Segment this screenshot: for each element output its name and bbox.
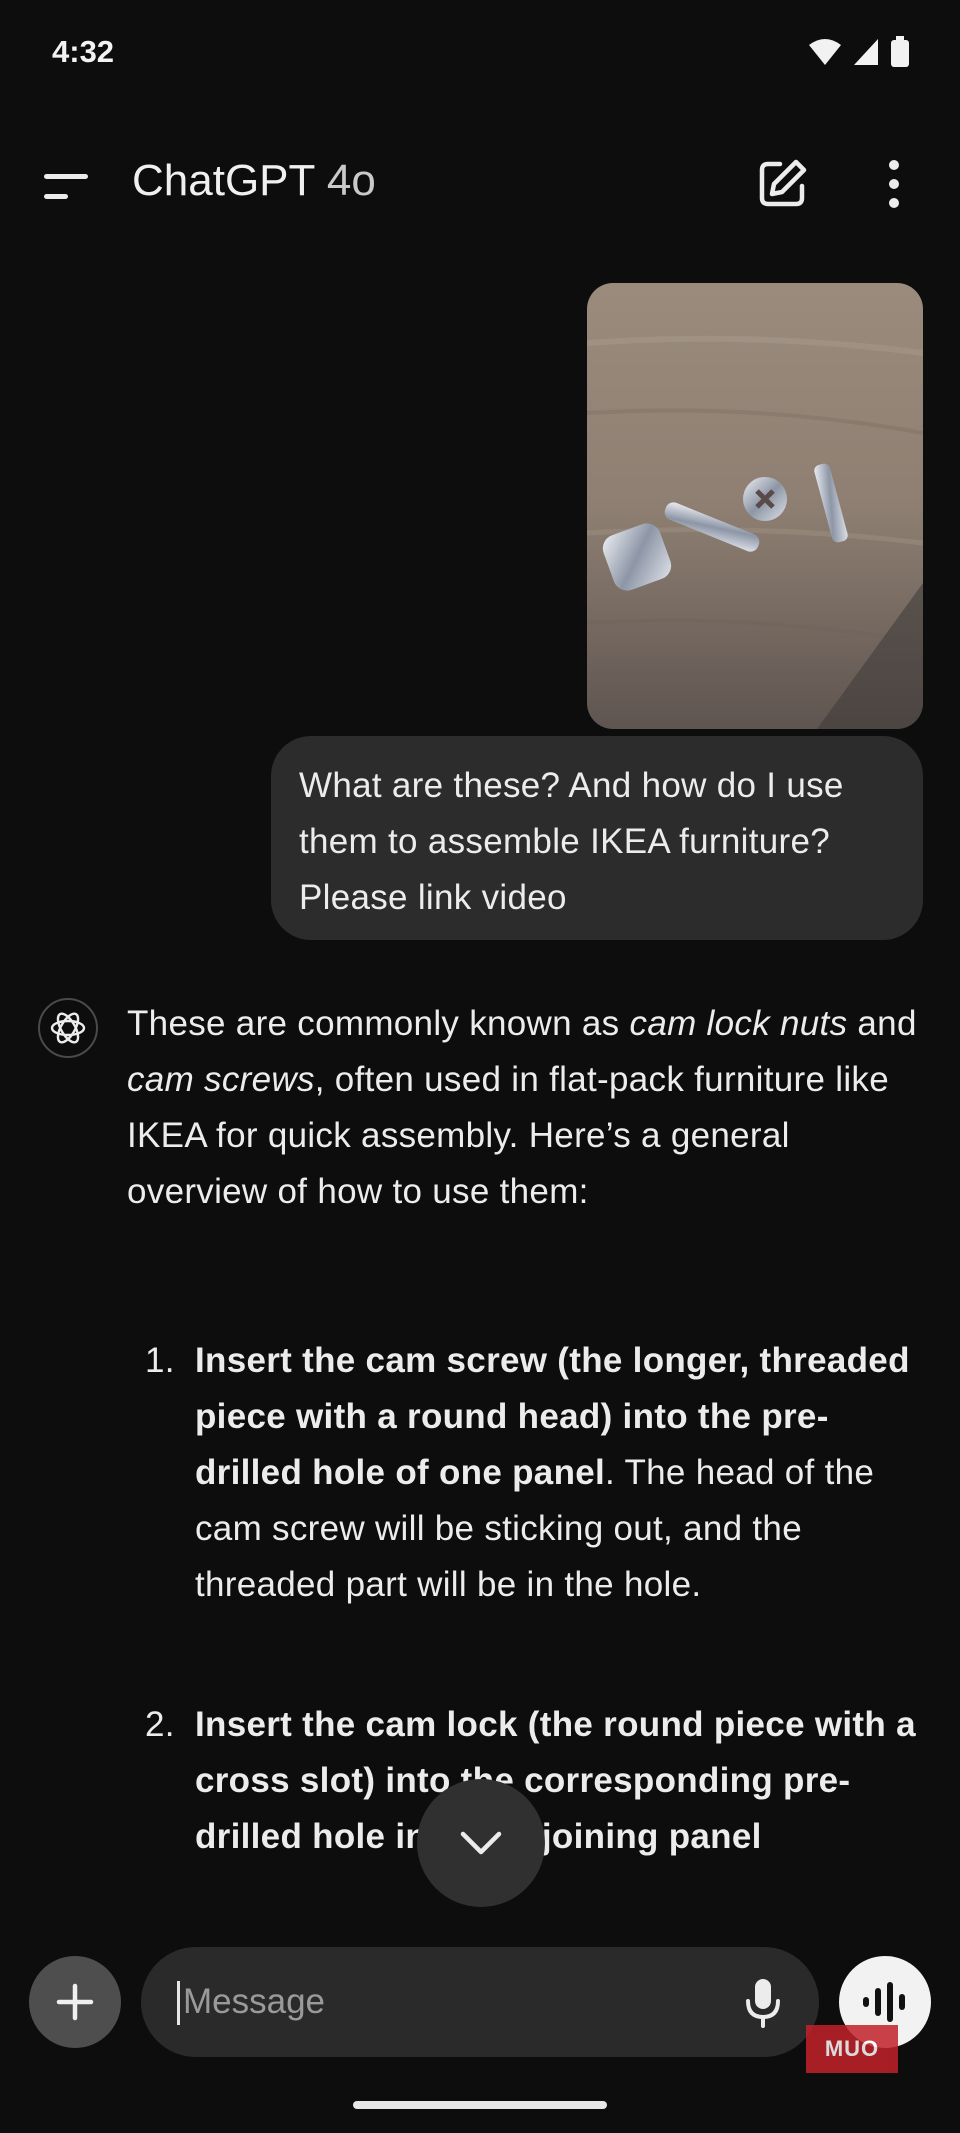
home-indicator[interactable] — [353, 2101, 607, 2109]
chevron-down-icon — [460, 1831, 502, 1855]
add-attachment-button[interactable] — [29, 1956, 121, 2048]
model-name: 4o — [326, 156, 376, 205]
user-uploaded-photo[interactable] — [587, 283, 923, 729]
list-item-number: 2. — [145, 1705, 175, 1744]
wifi-icon — [809, 39, 841, 65]
assistant-intro: These are commonly known as cam lock nut… — [127, 996, 927, 1220]
text-caret — [177, 1981, 180, 2025]
intro-text: These are commonly known as — [127, 1004, 630, 1043]
status-time: 4:32 — [52, 34, 115, 69]
menu-button[interactable] — [34, 158, 98, 212]
assistant-avatar — [38, 998, 98, 1058]
top-bar: ChatGPT 4o — [0, 130, 960, 230]
chat-title[interactable]: ChatGPT 4o — [132, 156, 376, 206]
status-bar: 4:32 — [0, 0, 960, 105]
menu-icon — [44, 174, 88, 199]
chatgpt-logo-icon — [50, 1012, 86, 1044]
message-input[interactable] — [181, 1947, 701, 2057]
signal-icon — [854, 39, 878, 65]
plus-icon — [56, 1983, 94, 2021]
intro-emphasis: cam lock nuts — [629, 1004, 848, 1043]
list-item-number: 1. — [145, 1341, 175, 1380]
app-name: ChatGPT — [132, 156, 315, 205]
list-item-bold: Insert the cam lock (the round piece wit… — [195, 1705, 916, 1856]
intro-text: and — [847, 1004, 917, 1043]
user-message-bubble: What are these? And how do I use them to… — [271, 736, 923, 940]
voice-wave-icon — [863, 1982, 905, 2022]
new-chat-button[interactable] — [752, 154, 812, 214]
watermark-logo: MUO — [806, 2025, 898, 2073]
intro-emphasis: cam screws — [127, 1060, 315, 1099]
status-icons — [808, 36, 910, 68]
edit-icon — [759, 159, 807, 207]
more-options-button[interactable] — [870, 154, 918, 214]
scroll-to-bottom-button[interactable] — [417, 1779, 545, 1907]
message-field[interactable] — [141, 1947, 819, 2057]
mic-icon — [746, 1979, 780, 2028]
dictate-button[interactable] — [733, 1973, 793, 2033]
battery-icon — [891, 36, 909, 67]
more-vertical-icon — [889, 160, 899, 208]
